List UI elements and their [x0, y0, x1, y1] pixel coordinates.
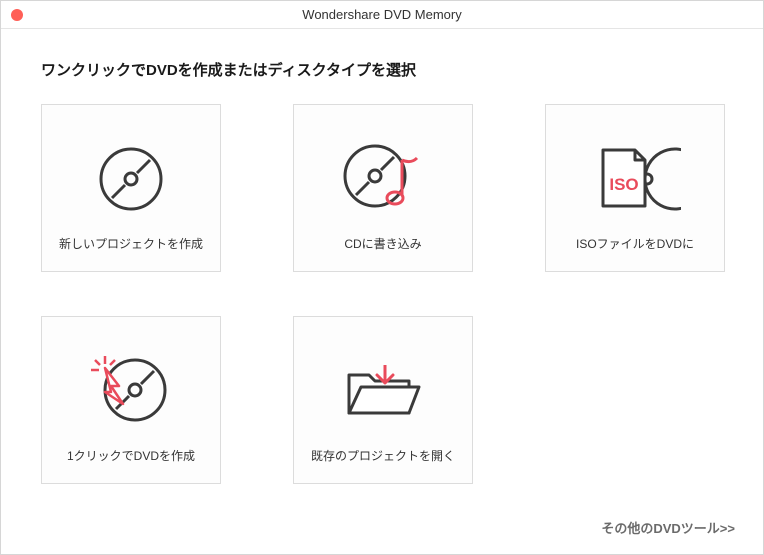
card-label: 1クリックでDVDを作成: [67, 449, 195, 465]
svg-text:ISO: ISO: [609, 175, 638, 194]
app-window: Wondershare DVD Memory ワンクリックでDVDを作成またはデ…: [0, 0, 764, 555]
card-new-project[interactable]: 新しいプロジェクトを作成: [41, 104, 221, 272]
card-iso-to-dvd[interactable]: ISO ISOファイルをDVDに: [545, 104, 725, 272]
folder-open-icon: [341, 333, 425, 449]
music-disc-icon: [339, 121, 427, 237]
window-title: Wondershare DVD Memory: [1, 7, 763, 22]
close-button[interactable]: [11, 9, 23, 21]
page-heading: ワンクリックでDVDを作成またはディスクタイプを選択: [41, 59, 723, 80]
card-label: CDに書き込み: [344, 237, 421, 253]
card-label: 既存のプロジェクトを開く: [311, 449, 455, 465]
card-burn-cd[interactable]: CDに書き込み: [293, 104, 473, 272]
card-one-click-dvd[interactable]: 1クリックでDVDを作成: [41, 316, 221, 484]
more-dvd-tools-link[interactable]: その他のDVDツール>>: [601, 521, 735, 536]
option-grid: 新しいプロジェクトを作成 CDに書き込み: [41, 104, 723, 484]
one-click-disc-icon: [87, 333, 175, 449]
footer: その他のDVDツール>>: [1, 506, 763, 554]
card-open-project[interactable]: 既存のプロジェクトを開く: [293, 316, 473, 484]
iso-file-icon: ISO: [589, 121, 681, 237]
card-label: 新しいプロジェクトを作成: [59, 237, 203, 253]
disc-icon: [92, 121, 170, 237]
card-label: ISOファイルをDVDに: [576, 237, 694, 253]
titlebar: Wondershare DVD Memory: [1, 1, 763, 29]
content-area: ワンクリックでDVDを作成またはディスクタイプを選択 新しいプロジェクトを作成: [1, 29, 763, 506]
